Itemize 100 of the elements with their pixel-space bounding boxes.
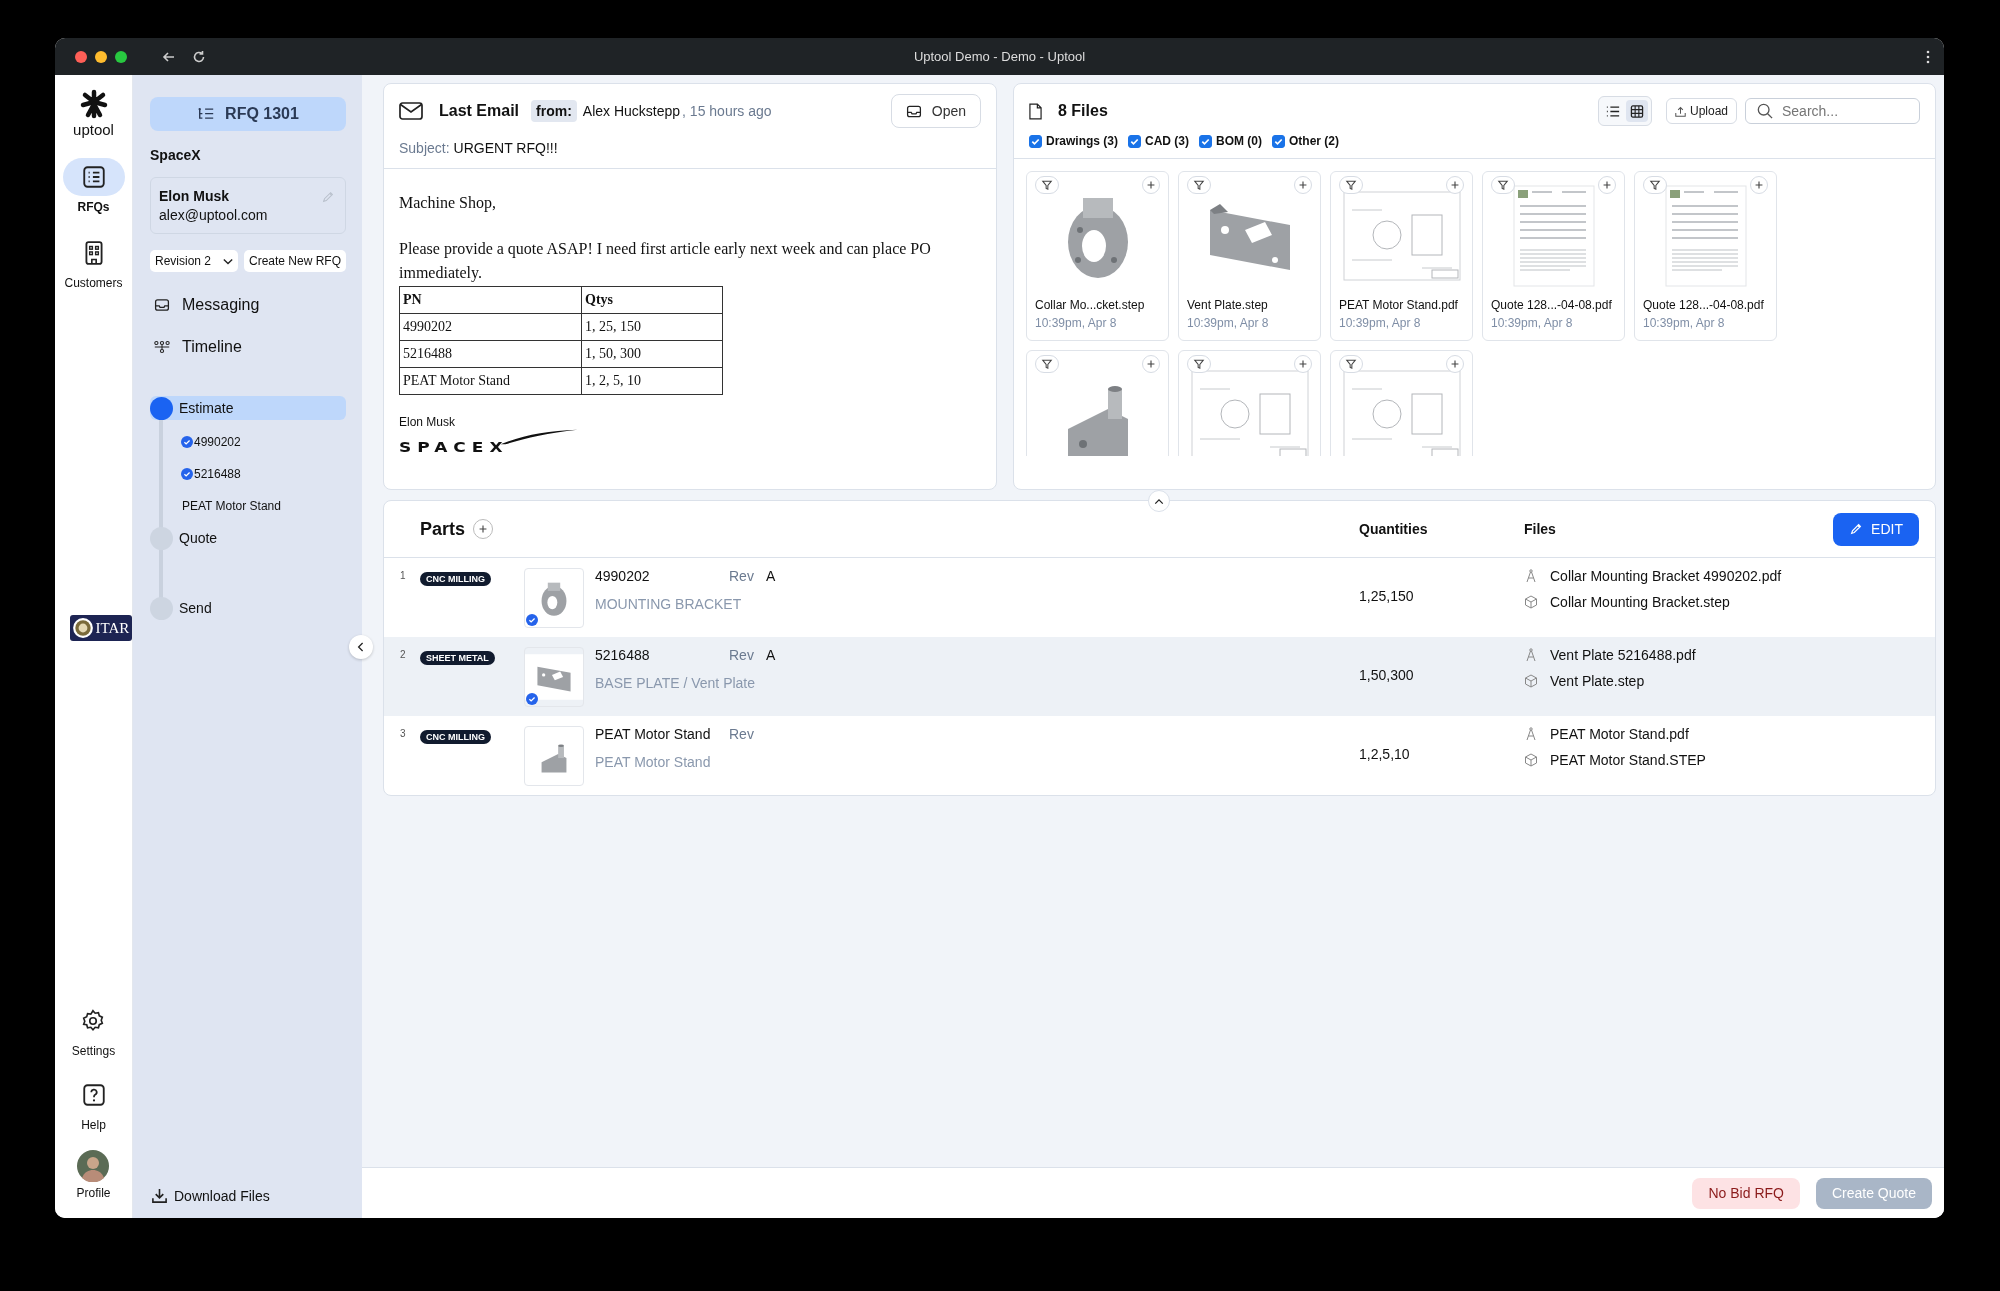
part-row[interactable]: 2 SHEET METAL 5216488 Rev A BASE PLATE / Vent Plate 1,50,300 Vent Plate 5216488.pdf Vent Plate.step	[384, 637, 1935, 716]
file-card[interactable]: Collar Mo...cket.step 10:39pm, Apr 8	[1026, 171, 1169, 341]
add-icon[interactable]	[1750, 176, 1768, 194]
part-step[interactable]: 5216488	[194, 467, 241, 481]
file-link[interactable]: PEAT Motor Stand.STEP	[1550, 752, 1706, 768]
table-cell: 1, 25, 150	[581, 313, 723, 341]
more-icon[interactable]	[1926, 49, 1930, 64]
file-card[interactable]: Quote 128...-04-08.pdf 10:39pm, Apr 8	[1634, 171, 1777, 341]
quantities: 1,25,150	[1359, 587, 1415, 604]
part-row[interactable]: 1 CNC MILLING 4990202 Rev A MOUNTING BRACKET 1,25,150 Collar Mounting Bracket 4990202.pdf Collar Mounting Bracket.step	[384, 558, 1935, 637]
table-cell: 1, 2, 5, 10	[581, 367, 723, 395]
add-icon[interactable]	[1598, 176, 1616, 194]
table-cell: 1, 50, 300	[581, 340, 723, 368]
no-bid-button[interactable]: No Bid RFQ	[1692, 1177, 1800, 1209]
filter-checkbox[interactable]	[1029, 134, 1042, 148]
filter-icon[interactable]	[1187, 355, 1211, 373]
add-icon[interactable]	[1142, 176, 1160, 194]
file-card[interactable]: Vent Plate.step 10:39pm, Apr 8	[1178, 171, 1321, 341]
filter-label: CAD (3)	[1145, 134, 1189, 148]
nav-label: Customers	[64, 276, 123, 290]
sidebar-link[interactable]: Timeline	[182, 338, 242, 356]
edit-button[interactable]: EDIT	[1833, 512, 1919, 546]
collapse-button[interactable]	[1148, 490, 1170, 512]
file-link[interactable]: Vent Plate.step	[1550, 673, 1645, 689]
filter-checkbox[interactable]	[1199, 134, 1212, 148]
row-number: 1	[399, 569, 407, 581]
maximize-button[interactable]	[115, 50, 127, 63]
upload-button[interactable]: Upload	[1665, 98, 1737, 124]
add-icon[interactable]	[1294, 176, 1312, 194]
file-card[interactable]: PEAT Motor Stand.pdf 10:39pm, Apr 8	[1330, 171, 1473, 341]
filter-checkbox[interactable]	[1272, 134, 1285, 148]
sidebar-link[interactable]: Messaging	[182, 296, 260, 314]
timeline-step[interactable]: Estimate	[150, 396, 346, 420]
pencil-icon	[1849, 522, 1864, 536]
rfq-button[interactable]: RFQ 1301	[150, 97, 346, 131]
close-button[interactable]	[75, 50, 87, 63]
add-icon[interactable]	[1294, 355, 1312, 373]
contact-name: Elon Musk	[159, 188, 229, 204]
inbox-icon	[154, 298, 170, 312]
filter-label: Drawings (3)	[1046, 134, 1118, 148]
create-rfq-button[interactable]: Create New RFQ	[243, 250, 346, 272]
part-number: 5216488	[595, 647, 651, 663]
compass-icon	[1524, 727, 1538, 741]
quantities: 1,50,300	[1359, 666, 1415, 683]
help-icon[interactable]	[80, 1082, 107, 1108]
file-name: PEAT Motor Stand.pdf	[1339, 298, 1459, 312]
email-greeting: Machine Shop,	[399, 193, 496, 214]
subject-label: Subject:	[399, 140, 450, 156]
quantities: 1,2,5,10	[1359, 745, 1411, 762]
minimize-button[interactable]	[95, 50, 107, 63]
add-icon[interactable]	[1142, 355, 1160, 373]
file-link[interactable]: PEAT Motor Stand.pdf	[1550, 726, 1689, 742]
filter-checkbox[interactable]	[1128, 134, 1141, 148]
email-time: , 15 hours ago	[682, 103, 772, 119]
part-step[interactable]: PEAT Motor Stand	[182, 499, 281, 513]
filter-icon[interactable]	[1035, 176, 1059, 194]
rev-label: Rev	[729, 568, 754, 584]
logo-icon	[78, 89, 109, 119]
list-icon	[1605, 104, 1620, 118]
add-icon[interactable]	[1446, 355, 1464, 373]
logo-text: uptool	[73, 121, 114, 138]
avatar[interactable]	[77, 1150, 110, 1182]
download-link[interactable]: Download Files	[174, 1187, 270, 1204]
timeline-step[interactable]: Quote	[150, 526, 346, 550]
add-icon[interactable]	[1446, 176, 1464, 194]
add-part-button[interactable]	[473, 519, 494, 539]
filter-icon[interactable]	[1339, 176, 1363, 194]
upload-icon	[1674, 105, 1686, 117]
rev-label: Rev	[729, 647, 754, 663]
filter-icon[interactable]	[1187, 176, 1211, 194]
part-step[interactable]: 4990202	[194, 435, 241, 449]
window-title: Uptool Demo - Demo - Uptool	[913, 49, 1086, 64]
open-button[interactable]: Open	[890, 94, 981, 128]
search-field[interactable]: Search...	[1745, 98, 1920, 124]
file-time: 10:39pm, Apr 8	[1187, 316, 1270, 330]
collapse-sidebar-button[interactable]	[349, 635, 373, 659]
file-name: Quote 128...-04-08.pdf	[1491, 298, 1613, 312]
filter-icon[interactable]	[1491, 176, 1515, 194]
inbox-icon	[905, 104, 922, 118]
revision-dropdown[interactable]: Revision 2	[150, 250, 238, 272]
table-cell: 5216488	[399, 340, 582, 368]
filter-label: BOM (0)	[1216, 134, 1262, 148]
row-number: 2	[399, 648, 407, 660]
file-card[interactable]: Quote 128...-04-08.pdf 10:39pm, Apr 8	[1482, 171, 1625, 341]
filter-icon[interactable]	[1643, 176, 1667, 194]
filter-icon[interactable]	[1339, 355, 1363, 373]
timeline-step[interactable]: Send	[150, 596, 346, 620]
file-name: Vent Plate.step	[1187, 298, 1269, 312]
file-link[interactable]: Vent Plate 5216488.pdf	[1550, 647, 1696, 663]
file-link[interactable]: Collar Mounting Bracket 4990202.pdf	[1550, 568, 1782, 584]
file-time: 10:39pm, Apr 8	[1035, 316, 1118, 330]
email-body-text: Please provide a quote ASAP! I need first article early next week and can place PO immediately.	[399, 239, 932, 284]
rfqs-nav-button[interactable]	[62, 158, 125, 196]
filter-icon[interactable]	[1035, 355, 1059, 373]
reload-icon[interactable]	[191, 48, 207, 65]
filter-label: Other (2)	[1289, 134, 1340, 148]
part-row[interactable]: 3 CNC MILLING PEAT Motor Stand Rev PEAT Motor Stand 1,2,5,10 PEAT Motor Stand.pdf PEAT Motor Stand.STEP	[384, 716, 1935, 795]
rev-value: A	[765, 568, 776, 584]
file-link[interactable]: Collar Mounting Bracket.step	[1550, 594, 1730, 610]
grid-view-button[interactable]	[1625, 100, 1648, 122]
